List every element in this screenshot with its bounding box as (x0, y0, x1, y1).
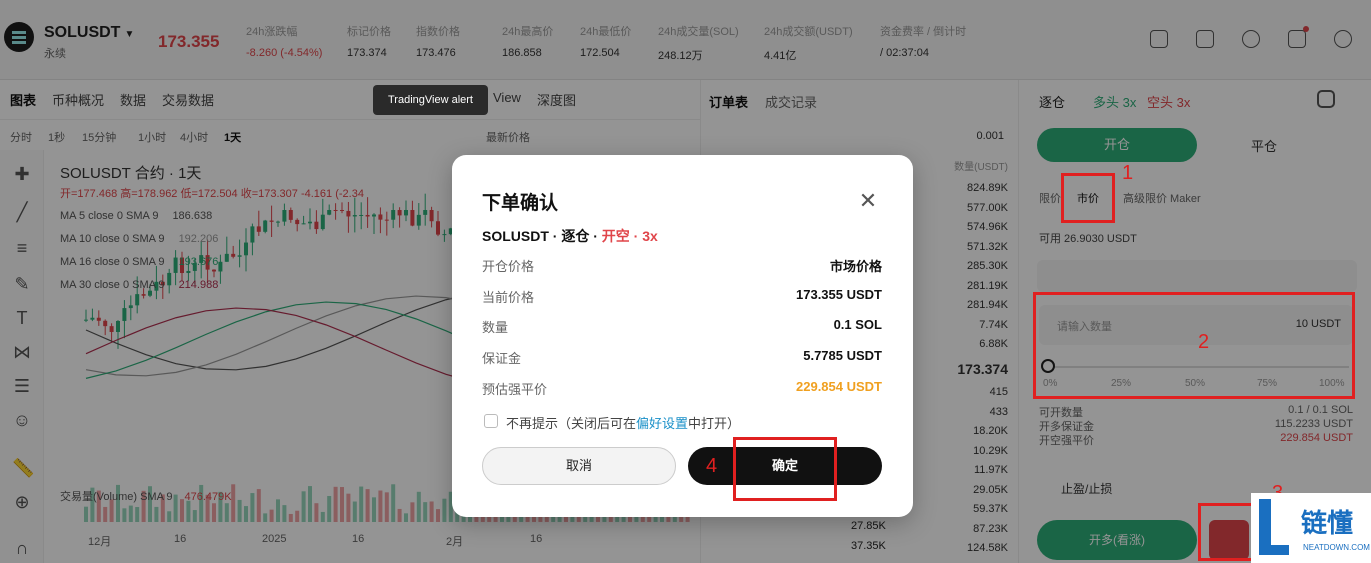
close-icon[interactable]: ✕ (858, 190, 878, 212)
annotation-number: 2 (1198, 331, 1210, 353)
watermark: 链懂 NEATDOWN.COM (1251, 493, 1371, 563)
row-open-price: 开仓价格 市场价格 (482, 259, 882, 274)
row-quantity: 数量 0.1 SOL (482, 317, 882, 335)
dialog-subtitle: SOLUSDT · 逐仓 · 开空 · 3x (482, 228, 658, 244)
order-confirm-dialog: 下单确认 ✕ SOLUSDT · 逐仓 · 开空 · 3x 开仓价格 市场价格 当… (452, 155, 913, 517)
watermark-brand: 链懂 (1301, 508, 1354, 538)
cancel-button[interactable]: 取消 (482, 447, 676, 485)
annotation-box-confirm (733, 437, 837, 501)
row-current-price: 当前价格 173.355 USDT (482, 287, 882, 305)
annotation-box-market (1061, 173, 1115, 223)
row-liq-price: 预估强平价 229.854 USDT (482, 379, 882, 397)
brand-logo-icon (1259, 499, 1289, 555)
row-margin: 保证金 5.7785 USDT (482, 348, 882, 366)
dont-remind-label: 不再提示（关闭后可在偏好设置中打开） (506, 416, 741, 431)
watermark-site: NEATDOWN.COM (1303, 543, 1370, 552)
dialog-title: 下单确认 (482, 193, 559, 214)
annotation-number: 4 (706, 455, 718, 477)
annotation-box-short (1198, 503, 1256, 561)
preferences-link[interactable]: 偏好设置 (636, 416, 688, 431)
annotation-box-quantity (1033, 292, 1355, 399)
dont-remind-checkbox[interactable] (484, 414, 498, 428)
tradingview-tooltip: TradingView alert (373, 85, 488, 115)
annotation-number: 1 (1122, 162, 1134, 184)
